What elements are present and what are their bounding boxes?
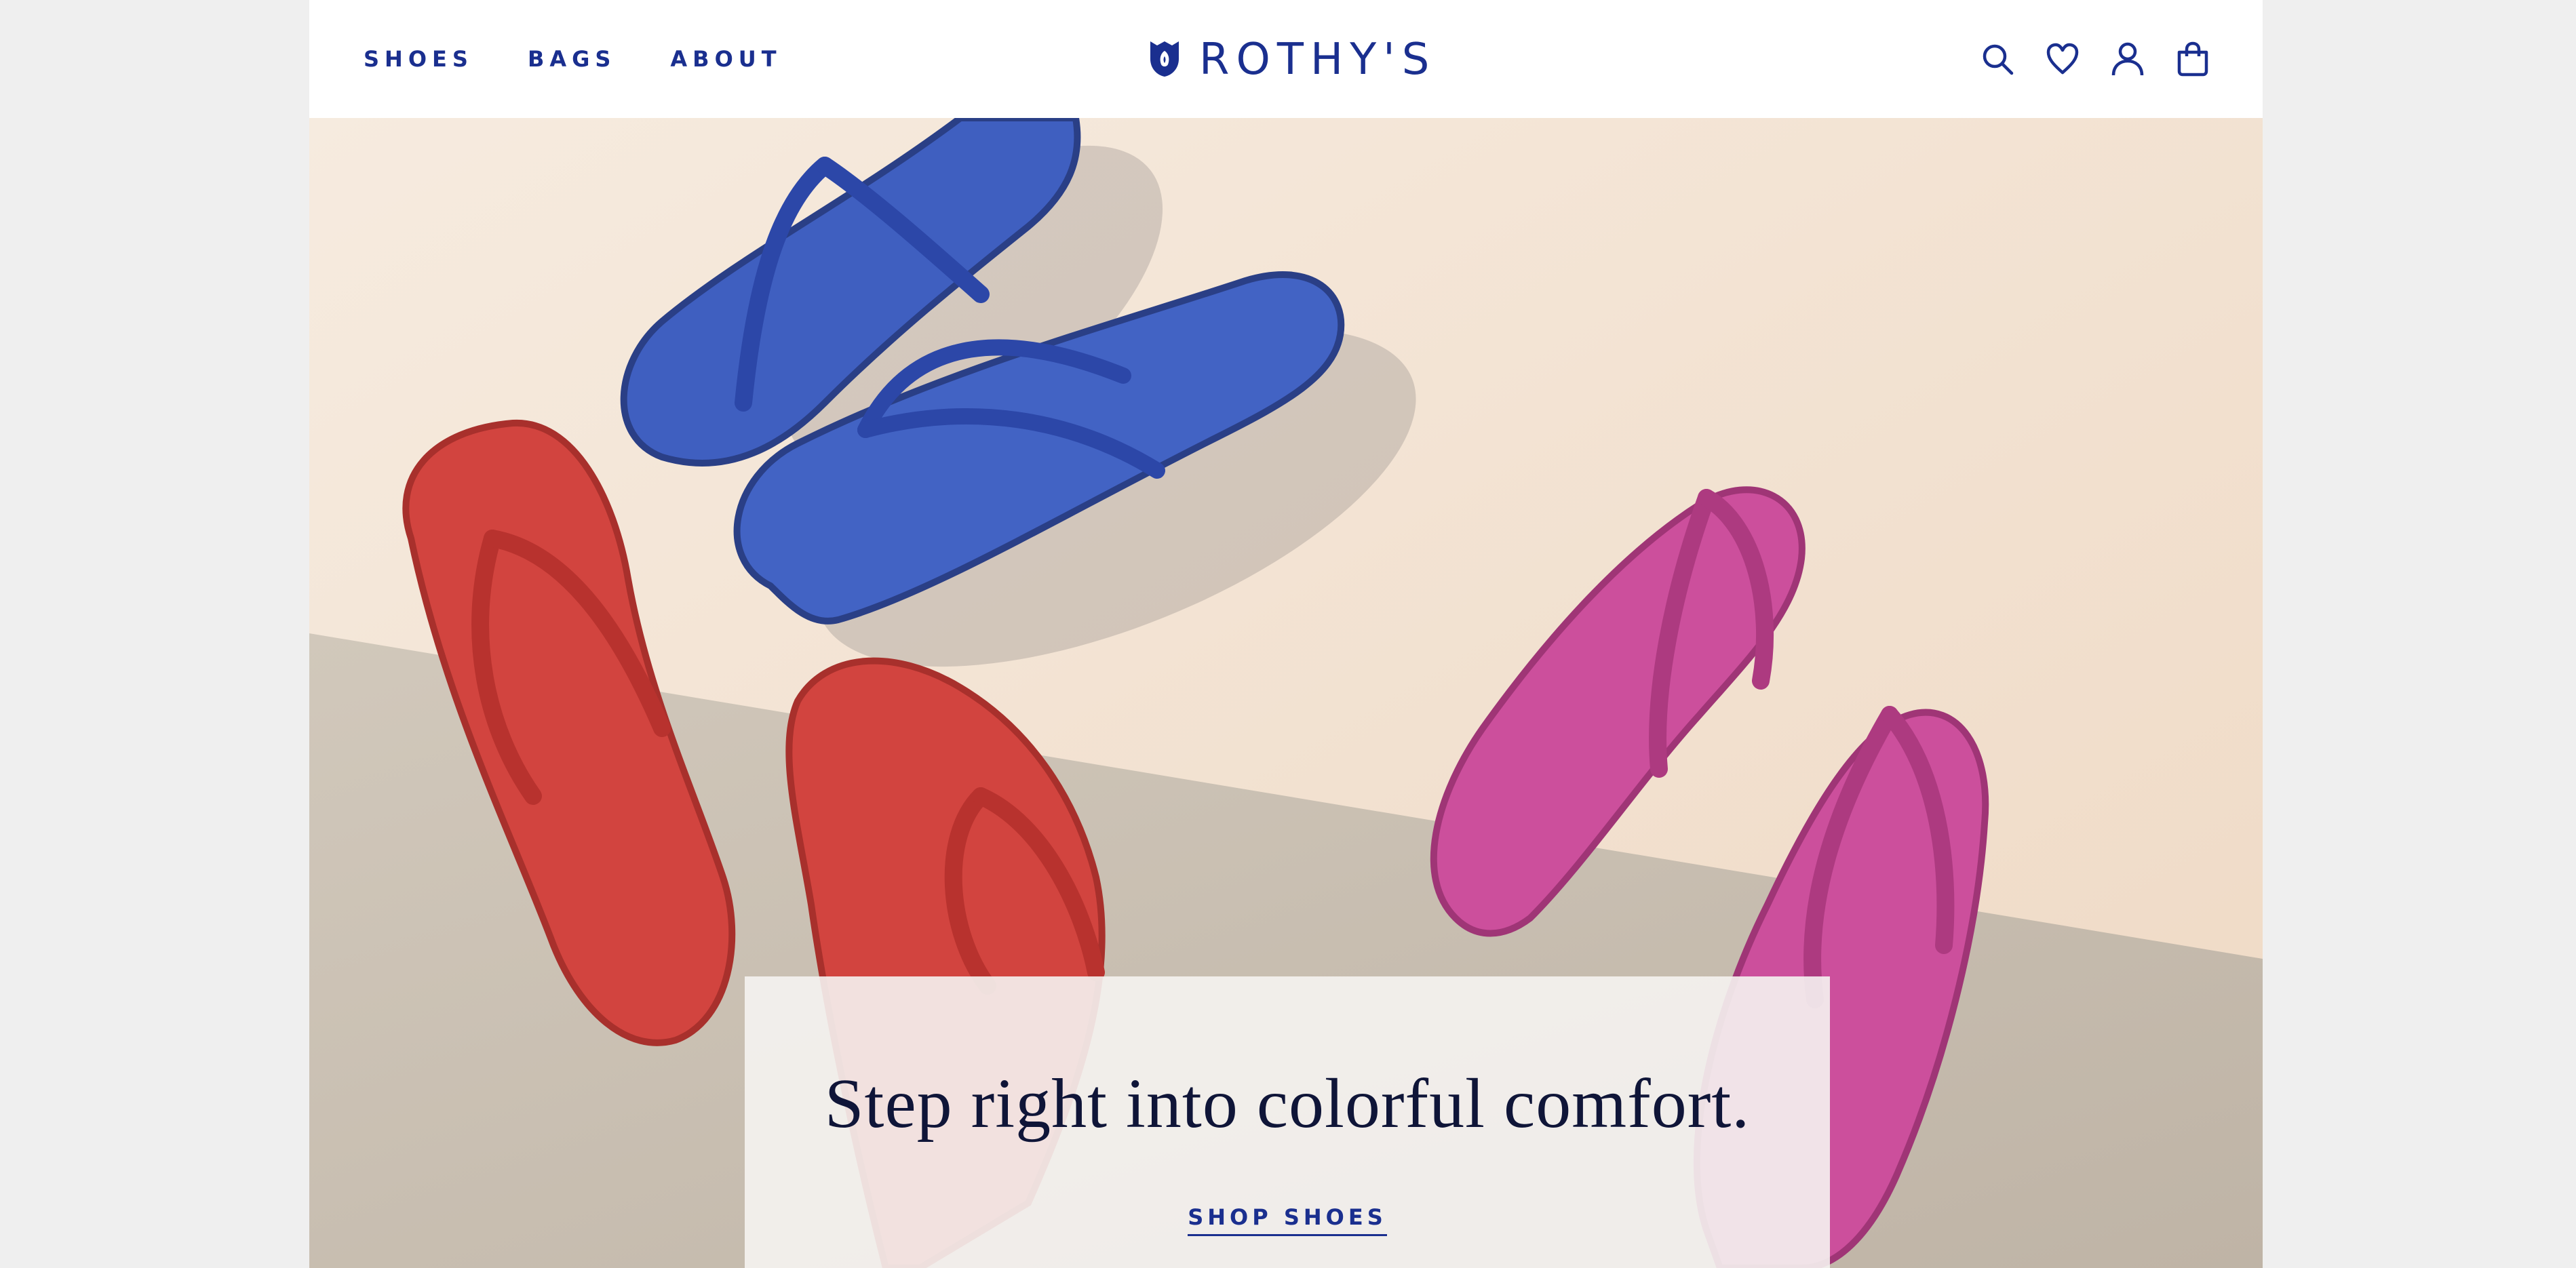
promo-card: Step right into colorful comfort. SHOP S… bbox=[745, 976, 1830, 1268]
nav-item-about[interactable]: ABOUT bbox=[670, 46, 781, 72]
site-header: SHOES BAGS ABOUT ROTHY'S bbox=[309, 0, 2263, 118]
promo-headline: Step right into colorful comfort. bbox=[824, 1065, 1751, 1143]
page-frame: SHOES BAGS ABOUT ROTHY'S Step right into… bbox=[309, 0, 2263, 1268]
brand-name: ROTHY'S bbox=[1199, 35, 1437, 85]
main-nav: SHOES BAGS ABOUT bbox=[364, 0, 782, 118]
heart-icon[interactable] bbox=[2046, 41, 2080, 77]
shopping-bag-icon[interactable] bbox=[2176, 41, 2210, 77]
nav-item-bags[interactable]: BAGS bbox=[528, 46, 616, 72]
header-icons bbox=[1980, 0, 2210, 118]
search-icon[interactable] bbox=[1980, 41, 2014, 77]
shield-icon bbox=[1148, 39, 1182, 81]
nav-item-shoes[interactable]: SHOES bbox=[364, 46, 473, 72]
brand-logo[interactable]: ROTHY'S bbox=[1148, 33, 1436, 87]
account-icon[interactable] bbox=[2111, 41, 2145, 77]
hero-banner: Step right into colorful comfort. SHOP S… bbox=[309, 118, 2263, 1268]
shop-shoes-link[interactable]: SHOP SHOES bbox=[1188, 1204, 1387, 1236]
shop-shoes-link-wrap: SHOP SHOES bbox=[745, 1204, 1830, 1236]
